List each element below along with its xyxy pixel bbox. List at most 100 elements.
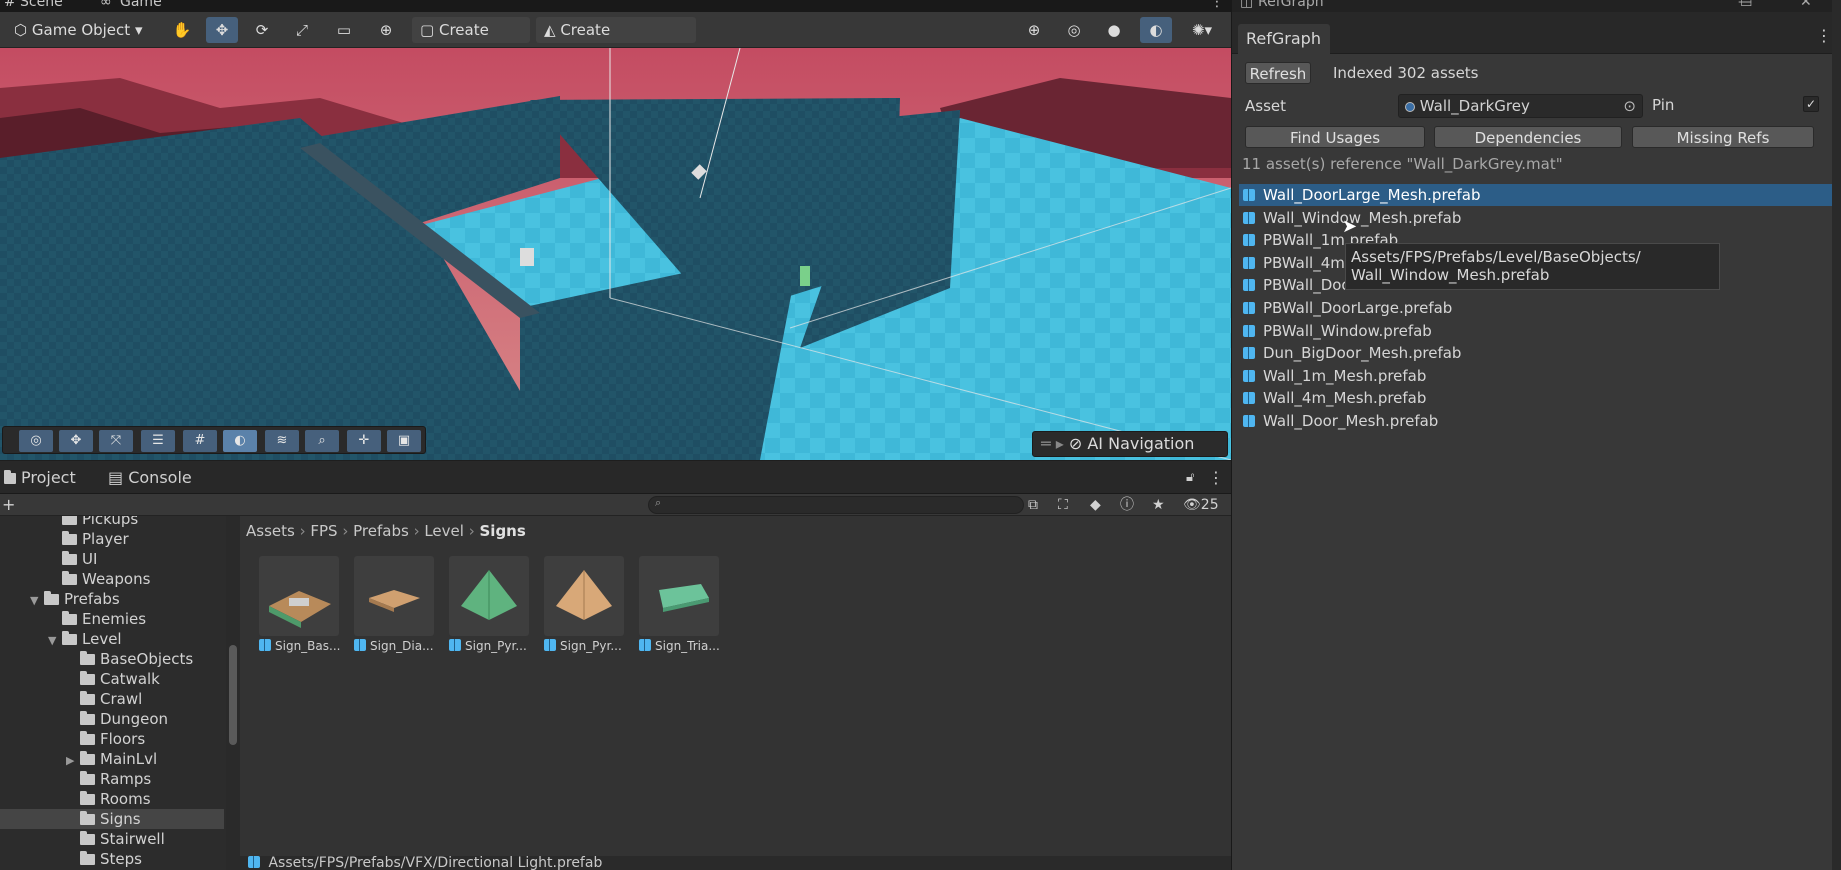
asset-value: Wall_DarkGrey [1419, 97, 1530, 115]
asset-tile[interactable]: Sign_Tria... [639, 556, 723, 653]
tab-console[interactable]: ▤ Console [108, 461, 192, 494]
tab-scene[interactable]: Scene [20, 0, 63, 10]
tree-scrollbar-thumb[interactable] [229, 645, 237, 745]
find-usages-button[interactable]: Find Usages [1245, 126, 1425, 148]
game-object-dropdown[interactable]: ⬡ Game Object ▾ [6, 17, 156, 43]
maximize-icon[interactable]: ☐ [1740, 0, 1753, 10]
tree-item[interactable]: Pickups [0, 516, 224, 529]
chevron-right-icon[interactable]: ▶ [66, 751, 80, 771]
camera-icon[interactable]: ▣ [387, 430, 421, 452]
label-icon[interactable]: ◆ [1090, 494, 1101, 516]
reference-result-item[interactable]: Wall_4m_Mesh.prefab [1239, 387, 1833, 409]
breadcrumb-segment[interactable]: Signs [480, 522, 526, 540]
tree-item[interactable]: Enemies [0, 609, 224, 629]
missing-refs-button[interactable]: Missing Refs [1632, 126, 1814, 148]
pin-checkbox[interactable]: ✓ [1803, 96, 1819, 112]
asset-object-field[interactable]: Wall_DarkGrey ⊙ [1398, 94, 1643, 118]
tree-item[interactable]: Steps [0, 849, 224, 869]
scene-viewport[interactable] [0, 48, 1231, 460]
asset-tile[interactable]: Sign_Bas... [259, 556, 343, 653]
reference-result-item[interactable]: Dun_BigDoor_Mesh.prefab [1239, 342, 1833, 364]
tree-item[interactable]: Floors [0, 729, 224, 749]
tab-refgraph[interactable]: RefGraph [1238, 24, 1330, 54]
align-icon[interactable]: ☰ [141, 430, 175, 452]
tree-item[interactable]: Stairwell [0, 829, 224, 849]
reference-result-item[interactable]: Wall_Window_Mesh.prefab [1239, 207, 1833, 229]
reference-result-item[interactable]: Wall_DoorLarge_Mesh.prefab [1239, 184, 1833, 206]
asset-tile[interactable]: Sign_Dia... [354, 556, 438, 653]
more-options-icon[interactable]: ⋮ [1816, 26, 1832, 45]
scene-more-icon[interactable]: ⋮ [1210, 0, 1224, 10]
tree-item[interactable]: Ramps [0, 769, 224, 789]
search-by-type-icon[interactable]: ⧉ [1028, 494, 1038, 516]
add-icon[interactable]: + [2, 494, 15, 516]
lit-mode-icon[interactable]: ◐ [1140, 17, 1172, 43]
tree-item[interactable]: Dungeon [0, 709, 224, 729]
tree-item[interactable]: BaseObjects [0, 649, 224, 669]
asset-tile[interactable]: Sign_Pyr... [449, 556, 533, 653]
transform-tool-icon[interactable]: ⊕ [372, 17, 400, 43]
result-summary: 11 asset(s) reference "Wall_DarkGrey.mat… [1242, 155, 1563, 173]
lock-icon[interactable]: 🔓︎ [1186, 461, 1194, 494]
tab-game[interactable]: Game [120, 0, 162, 10]
tree-item[interactable]: ▼ Level [0, 629, 224, 649]
refgraph-title-bar: ◫ RefGraph — ☐ ✕ [1232, 0, 1841, 12]
tree-item[interactable]: UI [0, 549, 224, 569]
asset-tile[interactable]: Sign_Pyr... [544, 556, 628, 653]
refresh-button[interactable]: Refresh [1245, 62, 1311, 84]
rotate-tool-icon[interactable]: ⟳ [248, 17, 276, 43]
filter-icon[interactable]: ⛶ [1058, 494, 1068, 516]
hand-tool-icon[interactable]: ✋ [168, 17, 196, 43]
tree-item[interactable]: ▶ MainLvl [0, 749, 224, 769]
breadcrumb-segment[interactable]: Prefabs [353, 522, 409, 540]
favorite-icon[interactable]: ★ [1152, 494, 1165, 516]
selected-asset-path: Assets/FPS/Prefabs/VFX/Directional Light… [268, 856, 603, 870]
wireframe-shading-icon[interactable]: ◎ [1060, 17, 1088, 43]
rotate-snap-icon[interactable]: ⤧ [99, 430, 133, 452]
more-options-icon[interactable]: ⋮ [1208, 461, 1224, 494]
ai-navigation-overlay[interactable]: ═ ▸ ⊘ AI Navigation [1032, 431, 1228, 457]
breadcrumb-segment[interactable]: FPS [310, 522, 337, 540]
tree-item[interactable]: Catwalk [0, 669, 224, 689]
tree-item[interactable]: ▼ Prefabs [0, 589, 224, 609]
create-cube-button[interactable]: ▢ Create Cube [412, 17, 530, 65]
reference-result-item[interactable]: PBWall_DoorLarge.prefab [1239, 297, 1833, 319]
rect-tool-icon[interactable]: ▭ [330, 17, 358, 43]
tree-item[interactable]: Crawl [0, 689, 224, 709]
asset-label: Sign_Pyr... [449, 639, 533, 653]
chevron-down-icon[interactable]: ▼ [48, 631, 62, 651]
tree-item[interactable]: Signs [0, 809, 224, 829]
close-icon[interactable]: ✕ [1800, 0, 1812, 10]
gizmos-dropdown-icon[interactable]: ✺▾ [1182, 17, 1222, 43]
tree-item[interactable]: Player [0, 529, 224, 549]
breadcrumb-segment[interactable]: Assets [246, 522, 295, 540]
tree-item[interactable]: Rooms [0, 789, 224, 809]
tree-item-label: Floors [100, 730, 146, 748]
tooltip-line-1: Assets/FPS/Prefabs/Level/BaseObjects/ [1351, 248, 1641, 266]
global-toggle-icon[interactable]: ⊕ [1020, 17, 1048, 43]
hidden-packages-toggle[interactable]: 👁︎25 [1183, 494, 1219, 516]
orbit-icon[interactable]: ◎ [19, 430, 53, 452]
object-picker-icon[interactable]: ⊙ [1623, 95, 1636, 117]
reference-result-item[interactable]: Wall_Door_Mesh.prefab [1239, 410, 1833, 432]
zoom-icon[interactable]: ⌕ [305, 430, 339, 452]
move-snap-icon[interactable]: ✥ [59, 430, 93, 452]
project-search-input[interactable]: ⌕ [648, 496, 1024, 514]
create-polyshape-button[interactable]: ◭ Create PolyShape [536, 17, 696, 65]
pivot-icon[interactable]: ✛ [347, 430, 381, 452]
reference-result-item[interactable]: PBWall_Window.prefab [1239, 320, 1833, 342]
tree-item[interactable]: Weapons [0, 569, 224, 589]
layers-icon[interactable]: ≋ [265, 430, 299, 452]
folder-icon [80, 671, 95, 685]
scale-tool-icon[interactable]: ⤢ [288, 17, 316, 43]
shaded-mode-icon[interactable]: ● [1100, 17, 1128, 43]
tab-project[interactable]: Project [4, 461, 76, 494]
reference-result-item[interactable]: Wall_1m_Mesh.prefab [1239, 365, 1833, 387]
chevron-down-icon[interactable]: ▼ [30, 591, 44, 611]
dependencies-button[interactable]: Dependencies [1434, 126, 1622, 148]
move-tool-icon[interactable]: ✥ [206, 17, 238, 43]
warning-filter-icon[interactable]: ⓘ [1120, 494, 1134, 516]
breadcrumb-segment[interactable]: Level [424, 522, 464, 540]
lighting-icon[interactable]: ◐ [223, 430, 257, 452]
grid-icon[interactable]: # [183, 430, 217, 452]
